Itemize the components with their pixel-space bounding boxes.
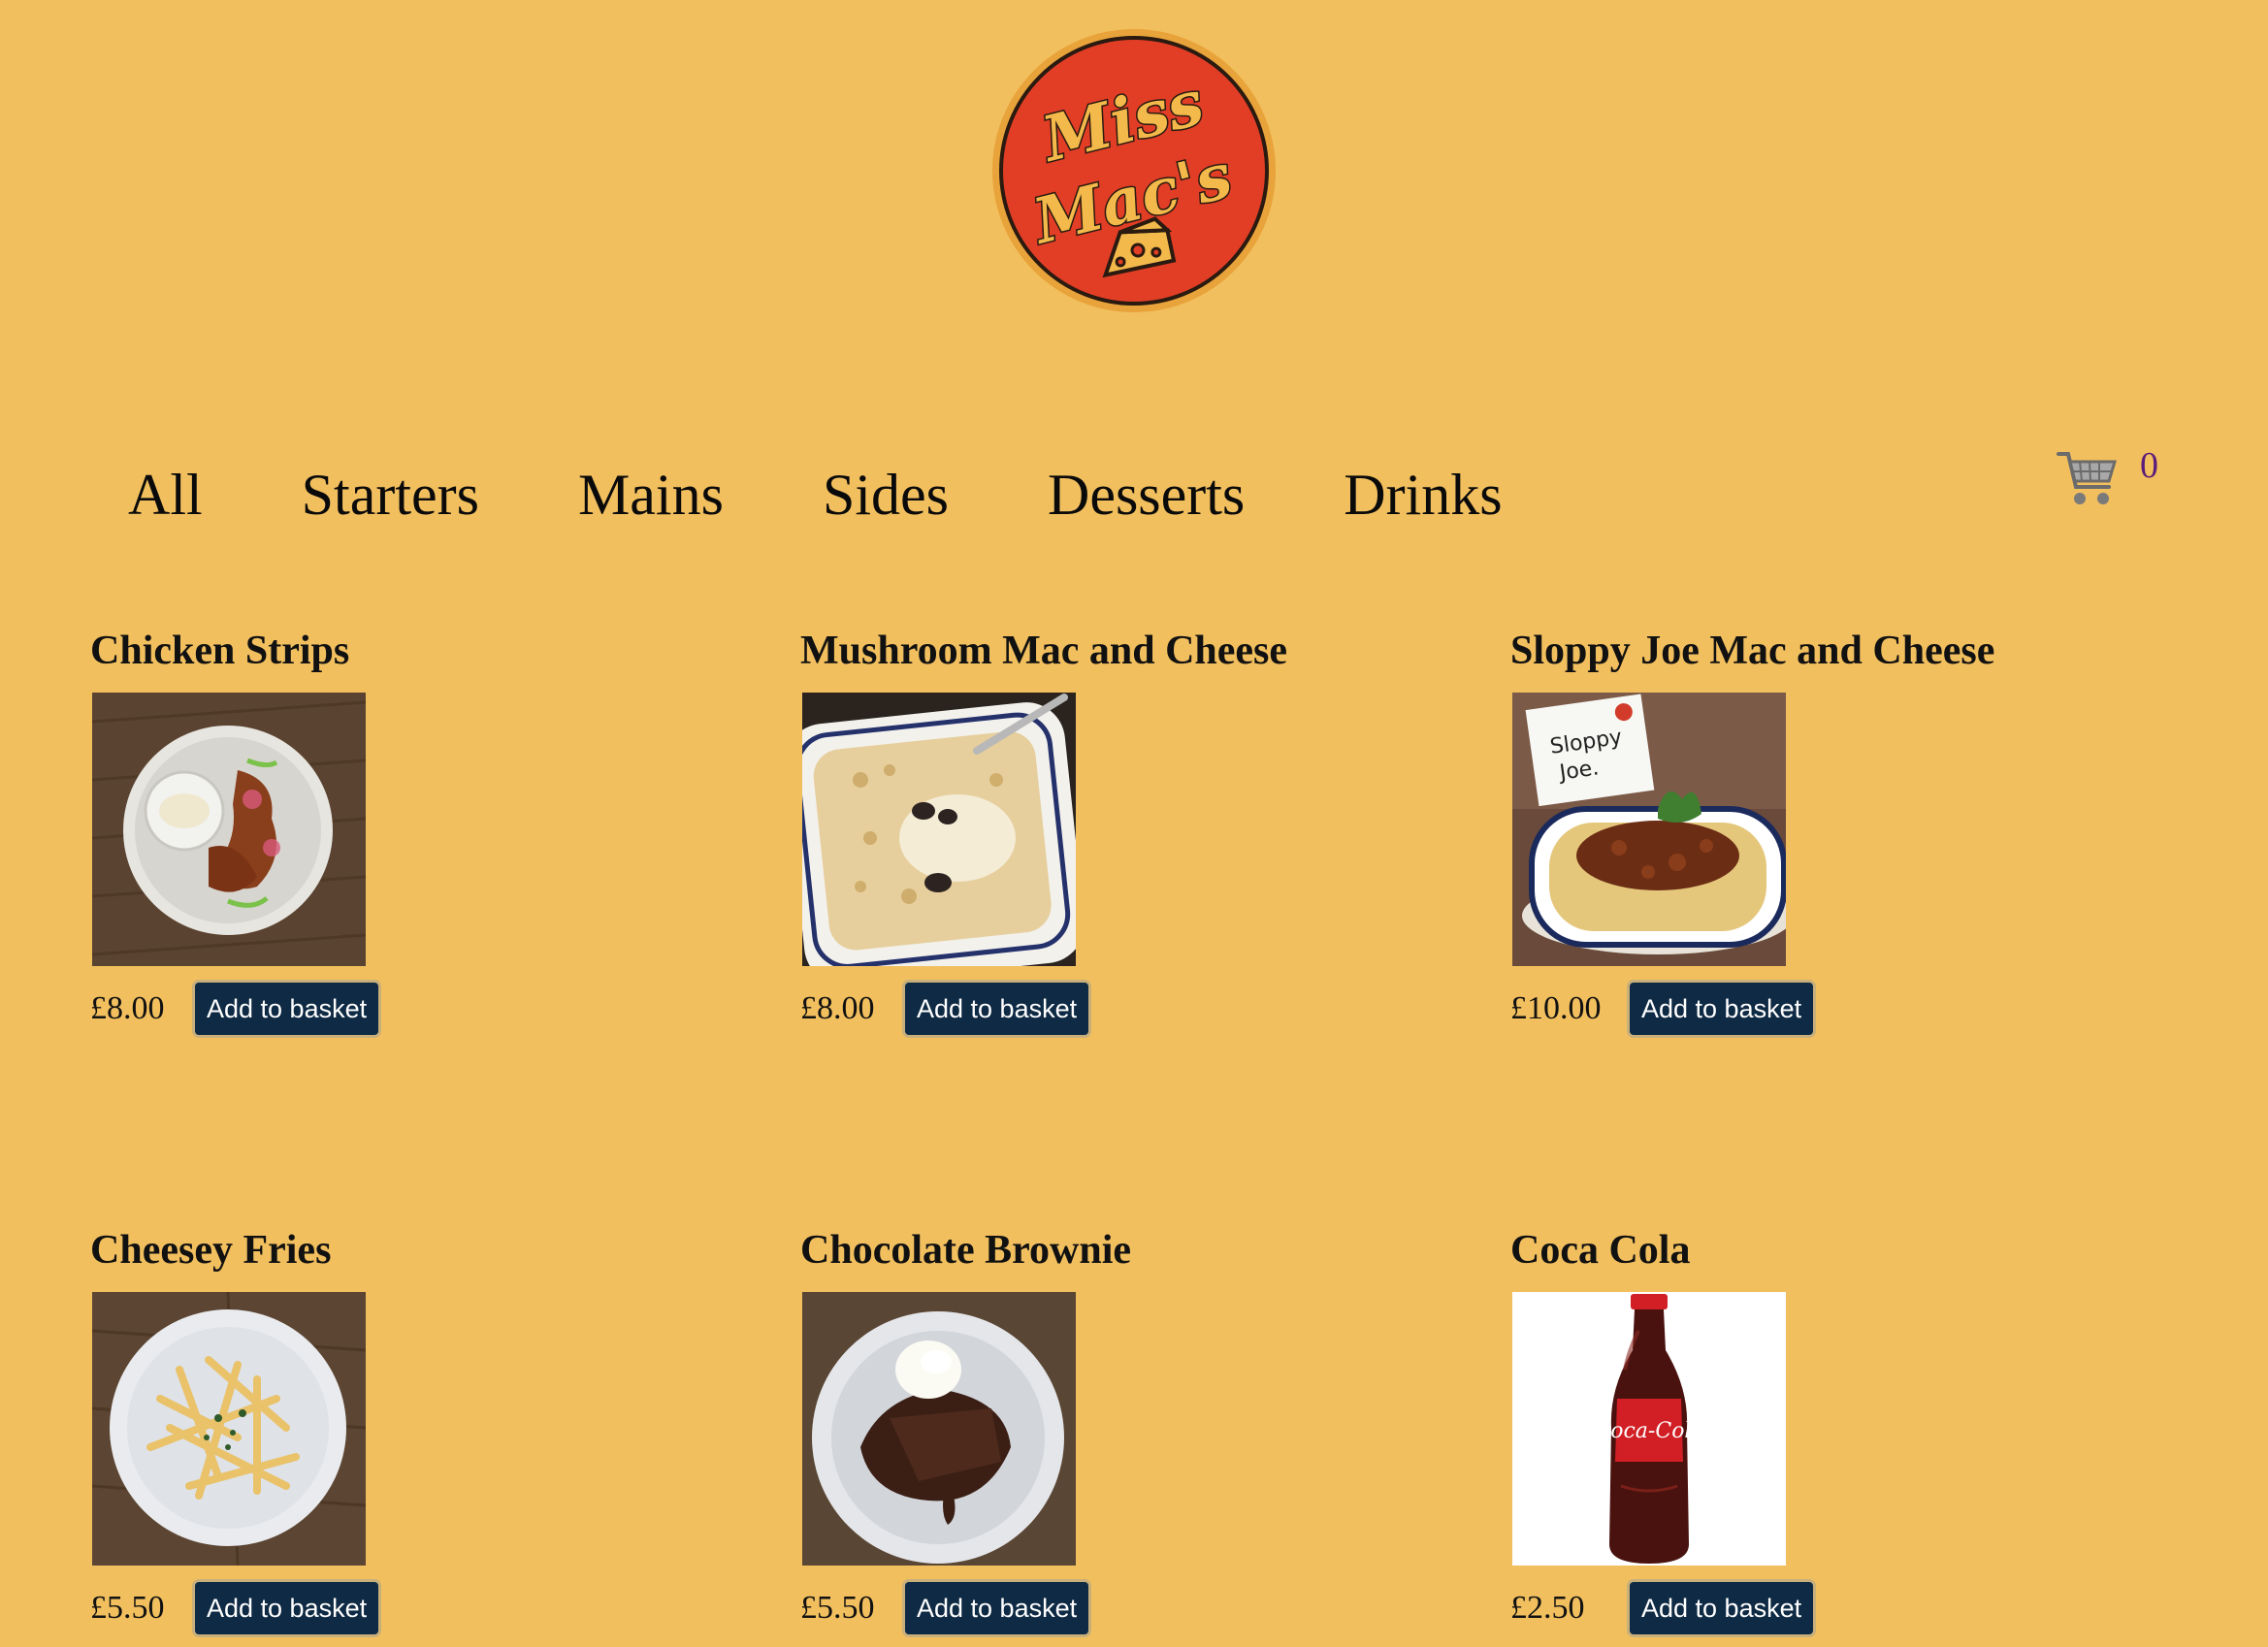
nav-item-drinks[interactable]: Drinks — [1344, 464, 1502, 526]
product-footer: £8.00 Add to basket — [800, 980, 1092, 1038]
product-title: Cheesey Fries — [90, 1228, 332, 1273]
product-footer: £8.00 Add to basket — [90, 980, 382, 1038]
product-card: Chicken Strips £8.00 Add to basket — [90, 627, 800, 1084]
product-title: Coca Cola — [1510, 1228, 1691, 1273]
product-price: £5.50 — [90, 1590, 165, 1626]
mushroom-mac-photo — [802, 693, 1076, 966]
product-image[interactable]: Coca-Cola — [1512, 1292, 1786, 1566]
product-card: Chocolate Brownie £5.50 Add to basket — [800, 1226, 1510, 1647]
page: Miss Mac's All Starters Mains Sides Dess… — [0, 0, 2268, 1647]
product-image[interactable] — [92, 1292, 366, 1566]
product-price: £10.00 — [1510, 990, 1602, 1026]
add-to-basket-button[interactable]: Add to basket — [192, 1579, 382, 1637]
nav-item-mains[interactable]: Mains — [578, 464, 724, 526]
product-price: £5.50 — [800, 1590, 875, 1626]
product-image[interactable] — [92, 693, 366, 966]
sloppy-joe-photo: Sloppy Joe. — [1512, 693, 1786, 966]
product-price: £8.00 — [800, 990, 875, 1026]
add-to-basket-button[interactable]: Add to basket — [902, 1579, 1092, 1637]
add-to-basket-button[interactable]: Add to basket — [902, 980, 1092, 1038]
product-card: Mushroom Mac and Cheese £8.00 Add to bas… — [800, 627, 1510, 1084]
product-grid: Chicken Strips £8.00 Add to basket Mushr… — [90, 627, 2224, 1647]
chicken-strips-photo — [92, 693, 366, 966]
logo-graphic: Miss Mac's — [994, 31, 1274, 310]
product-title: Chocolate Brownie — [800, 1228, 1132, 1273]
nav-item-starters[interactable]: Starters — [302, 464, 479, 526]
product-price: £8.00 — [90, 990, 165, 1026]
bottle-label: Coca-Cola — [1594, 1419, 1703, 1443]
coca-cola-photo: Coca-Cola — [1512, 1292, 1786, 1566]
cart-count-badge: 0 — [2140, 445, 2158, 486]
add-to-basket-button[interactable]: Add to basket — [192, 980, 382, 1038]
nav-item-desserts[interactable]: Desserts — [1048, 464, 1245, 526]
product-footer: £2.50 Add to basket — [1510, 1579, 1817, 1637]
add-to-basket-button[interactable]: Add to basket — [1627, 1579, 1817, 1637]
product-title: Mushroom Mac and Cheese — [800, 629, 1288, 673]
product-image[interactable]: Sloppy Joe. — [1512, 693, 1786, 966]
product-image[interactable] — [802, 1292, 1076, 1566]
product-footer: £5.50 Add to basket — [800, 1579, 1092, 1637]
cheesey-fries-photo — [92, 1292, 366, 1566]
product-image[interactable] — [802, 693, 1076, 966]
chocolate-brownie-photo — [802, 1292, 1076, 1566]
shopping-cart-icon — [2057, 448, 2119, 508]
product-card: Coca Cola Coca-Cola £2.50 Add to basket — [1510, 1226, 2220, 1647]
product-card: Cheesey Fries £5.50 Add to basket — [90, 1226, 800, 1647]
nav-item-all[interactable]: All — [128, 464, 203, 526]
category-nav: All Starters Mains Sides Desserts Drinks — [128, 464, 1503, 526]
product-title: Chicken Strips — [90, 629, 350, 673]
nav-item-sides[interactable]: Sides — [823, 464, 949, 526]
add-to-basket-button[interactable]: Add to basket — [1627, 980, 1817, 1038]
brand-logo[interactable]: Miss Mac's — [992, 29, 1276, 312]
product-card: Sloppy Joe Mac and Cheese Sloppy Joe. £1… — [1510, 627, 2220, 1084]
product-footer: £5.50 Add to basket — [90, 1579, 382, 1637]
product-footer: £10.00 Add to basket — [1510, 980, 1817, 1038]
product-title: Sloppy Joe Mac and Cheese — [1510, 629, 1995, 673]
product-price: £2.50 — [1510, 1590, 1585, 1626]
cart-button[interactable]: 0 — [2057, 445, 2158, 508]
